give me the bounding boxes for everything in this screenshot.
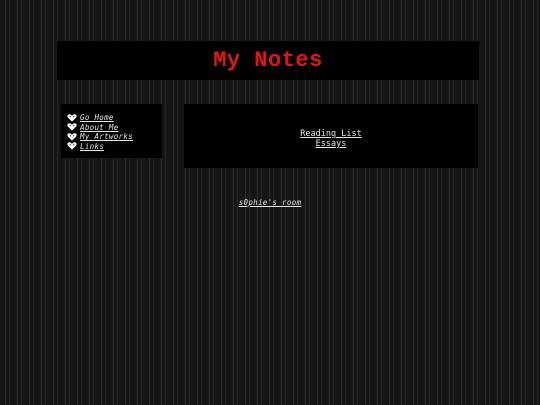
page-title: My Notes [213, 48, 323, 73]
sidebar-item-links[interactable]: Links [67, 142, 162, 152]
main-content: Reading List Essays [184, 104, 478, 168]
heart-icon [67, 114, 77, 122]
reading-list-link[interactable]: Reading List [300, 129, 361, 139]
heart-icon [67, 123, 77, 131]
sidebar-item-label[interactable]: Links [80, 142, 104, 151]
sidebar-item-go-home[interactable]: Go Home [67, 113, 162, 123]
heart-icon [67, 142, 77, 150]
heart-icon [67, 133, 77, 141]
sidebar-nav: Go Home About Me My Artworks Links [61, 104, 162, 158]
essays-link[interactable]: Essays [316, 139, 347, 149]
sidebar-item-label[interactable]: Go Home [80, 113, 114, 122]
sidebar-item-label[interactable]: About Me [80, 123, 119, 132]
sidebar-item-about-me[interactable]: About Me [67, 123, 162, 133]
sidebar-item-label[interactable]: My Artworks [80, 132, 133, 141]
sidebar-item-my-artworks[interactable]: My Artworks [67, 132, 162, 142]
footer-home-link[interactable]: s0phie's room [184, 198, 356, 207]
header-banner: My Notes [57, 41, 479, 80]
nav-list: Go Home About Me My Artworks Links [61, 104, 162, 151]
